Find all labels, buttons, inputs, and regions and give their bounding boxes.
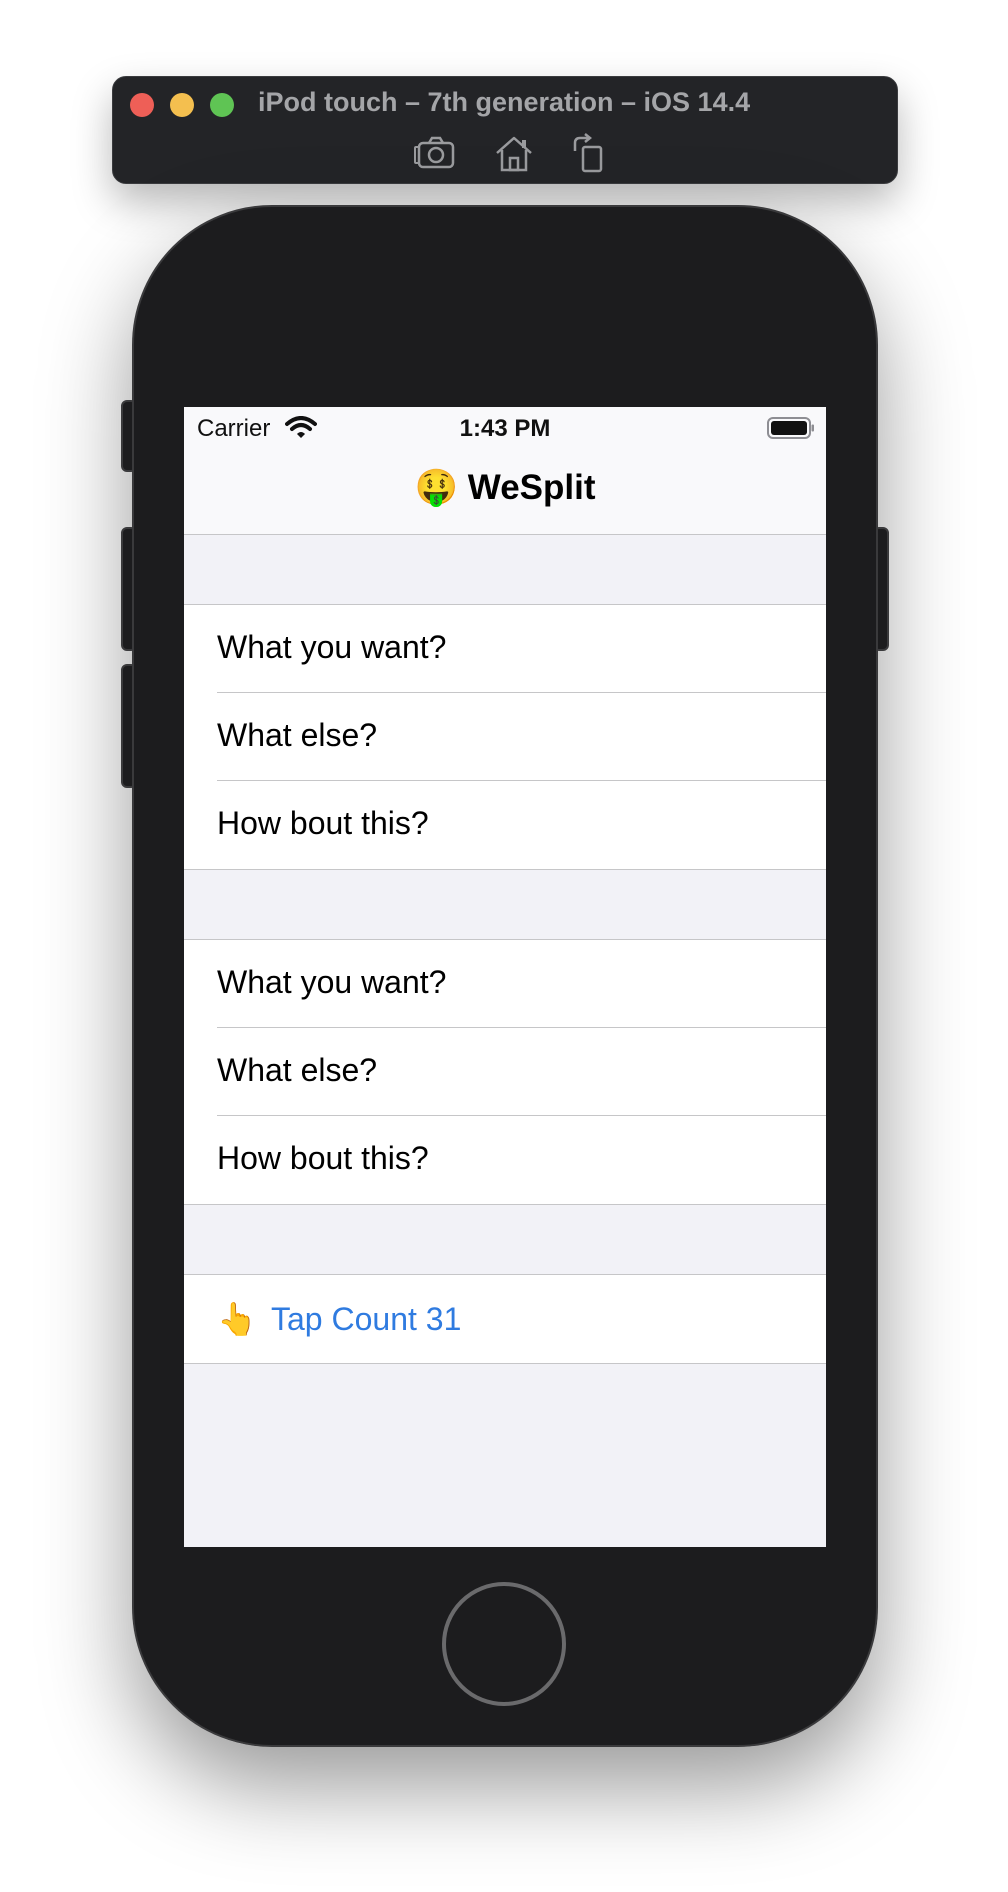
- status-bar: Carrier 1:43 PM: [184, 407, 826, 449]
- page-title: 🤑 WeSplit: [414, 468, 596, 507]
- form-section-2: What you want? What else? How bout this?: [184, 939, 826, 1205]
- minimize-window-button[interactable]: [170, 93, 194, 117]
- zoom-window-button[interactable]: [210, 93, 234, 117]
- list-item[interactable]: How bout this?: [184, 781, 826, 869]
- list-item-label: How bout this?: [217, 805, 429, 841]
- rotate-icon: [573, 133, 603, 173]
- list-item-label: What else?: [217, 717, 378, 753]
- tap-count-label: Tap Count 31: [271, 1300, 462, 1337]
- navigation-bar: 🤑 WeSplit: [184, 449, 826, 535]
- battery-icon: [767, 417, 814, 439]
- list-item-label: What you want?: [217, 629, 447, 665]
- list-item[interactable]: What else?: [184, 1028, 826, 1116]
- simulator-title: iPod touch – 7th generation – iOS 14.4: [258, 87, 751, 117]
- home-button[interactable]: [491, 133, 537, 175]
- list-item[interactable]: How bout this?: [184, 1116, 826, 1204]
- device-screen: Carrier 1:43 PM 🤑 WeSplit What you want?…: [184, 407, 826, 1547]
- list-item-label: What else?: [217, 1052, 378, 1088]
- simulator-title-bar: iPod touch – 7th generation – iOS 14.4: [112, 76, 898, 184]
- pointing-up-hand-icon: 👆: [217, 1301, 257, 1337]
- list-item-label: How bout this?: [217, 1140, 429, 1176]
- rotate-button[interactable]: [565, 133, 611, 175]
- home-icon: [496, 136, 532, 172]
- form-section-3: 👆 Tap Count 31: [184, 1274, 826, 1364]
- camera-icon: [414, 136, 455, 169]
- tap-count-button[interactable]: 👆 Tap Count 31: [184, 1275, 826, 1363]
- list-item-label: What you want?: [217, 964, 447, 1000]
- list-item[interactable]: What you want?: [184, 605, 826, 693]
- list-item[interactable]: What else?: [184, 693, 826, 781]
- form-section-1: What you want? What else? How bout this?: [184, 604, 826, 870]
- status-time: 1:43 PM: [459, 415, 551, 442]
- list-item[interactable]: What you want?: [184, 940, 826, 1028]
- device-home-button[interactable]: [442, 1582, 566, 1706]
- close-window-button[interactable]: [130, 93, 154, 117]
- screenshot-button[interactable]: [413, 133, 459, 175]
